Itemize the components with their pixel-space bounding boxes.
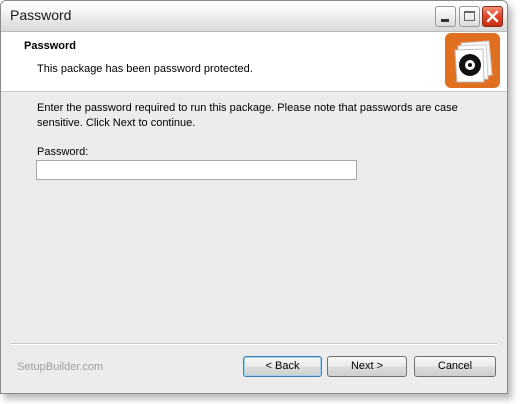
header-title: Password	[24, 40, 76, 52]
header-subtitle: This package has been password protected…	[37, 63, 253, 75]
close-button[interactable]	[482, 6, 503, 27]
password-dialog: Password Password This package has been …	[0, 0, 508, 394]
minimize-button[interactable]	[435, 6, 456, 27]
title-bar[interactable]: Password	[1, 1, 507, 32]
minimize-icon	[441, 19, 449, 22]
password-input[interactable]	[36, 160, 357, 180]
footer-divider	[11, 343, 497, 345]
maximize-icon	[464, 11, 475, 21]
back-button[interactable]: < Back	[243, 356, 322, 377]
instructions-text: Enter the password required to run this …	[37, 102, 458, 129]
disc-package-icon	[445, 33, 500, 88]
window-title: Password	[10, 7, 72, 23]
wizard-header: Password This package has been password …	[1, 32, 507, 92]
close-icon	[486, 10, 499, 23]
cancel-button[interactable]: Cancel	[414, 356, 496, 377]
brand-label: SetupBuilder.com	[17, 361, 104, 373]
password-label: Password:	[37, 146, 89, 158]
maximize-button[interactable]	[459, 6, 480, 27]
next-button[interactable]: Next >	[327, 356, 407, 377]
